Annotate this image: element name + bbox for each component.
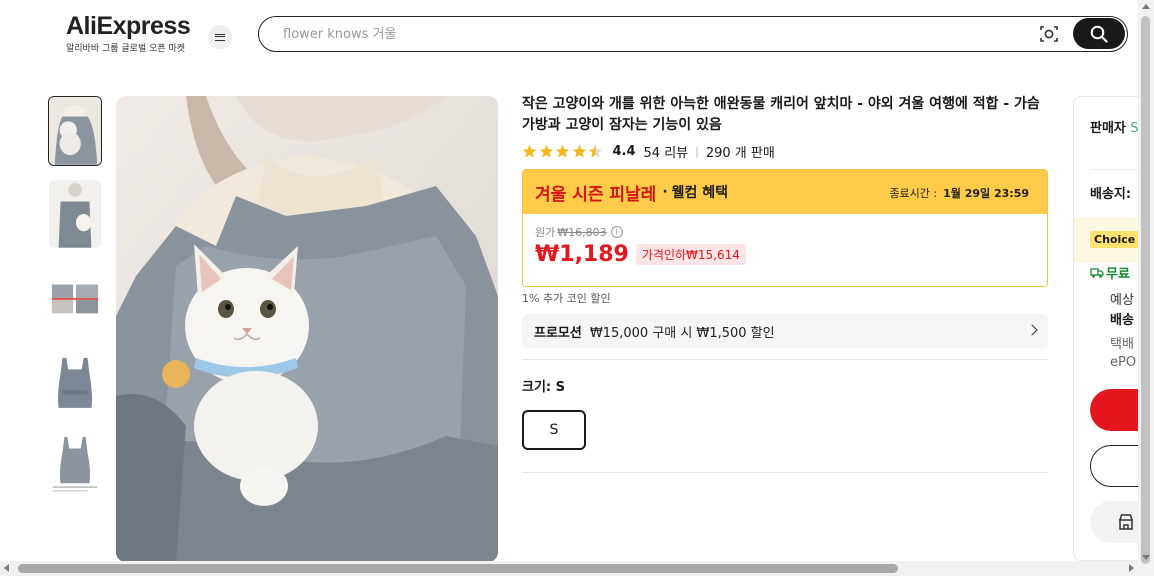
logo-text: AliExpress bbox=[66, 12, 191, 40]
scroll-up-icon[interactable] bbox=[1142, 4, 1150, 9]
product-title: 작은 고양이와 개를 위한 아늑한 애완동물 캐리어 앞치마 - 야외 겨울 여… bbox=[522, 96, 1040, 133]
rating-row: 4.4 54 리뷰 | 290 개 판매 bbox=[522, 141, 1048, 161]
vertical-scrollbar[interactable] bbox=[1138, 0, 1154, 576]
search-bar bbox=[258, 16, 1128, 52]
aliexpress-logo[interactable]: AliExpress 알리바바 그룹 글로벌 오픈 마켓 bbox=[66, 12, 191, 54]
size-label: 크기: S bbox=[522, 380, 566, 395]
sale-price: ₩1,189 bbox=[535, 242, 629, 267]
scroll-left-icon[interactable] bbox=[4, 564, 9, 572]
review-count[interactable]: 54 리뷰 bbox=[644, 142, 689, 161]
horizontal-scrollbar[interactable] bbox=[0, 561, 1138, 576]
original-price-row: 원가 ₩16,803 i bbox=[535, 224, 1035, 240]
original-price: ₩16,803 bbox=[557, 225, 607, 239]
hamburger-menu-icon[interactable] bbox=[208, 25, 232, 49]
rating-value: 4.4 bbox=[612, 143, 636, 159]
sold-count: 290 개 판매 bbox=[705, 145, 775, 161]
epost-label: ePO bbox=[1110, 355, 1137, 370]
product-page: AliExpress 알리바바 그룹 글로벌 오픈 마켓 flower know… bbox=[0, 0, 1154, 576]
price-area: 원가 ₩16,803 i ₩1,189 가격인하₩15,614 bbox=[523, 214, 1047, 286]
truck-icon bbox=[1090, 268, 1104, 278]
size-option-s[interactable]: S bbox=[522, 410, 586, 450]
half-star-icon bbox=[588, 144, 603, 157]
ship-to-label[interactable]: 배송지: bbox=[1090, 183, 1131, 202]
thumbnail-5[interactable] bbox=[48, 428, 102, 498]
choice-badge: Choice bbox=[1090, 231, 1140, 248]
star-icon bbox=[539, 144, 553, 157]
search-input[interactable] bbox=[283, 24, 983, 44]
star-icon bbox=[555, 144, 570, 157]
chevron-right-icon bbox=[1026, 324, 1038, 336]
free-shipping: 무료 bbox=[1090, 263, 1130, 282]
thumbnail-1[interactable] bbox=[48, 96, 102, 166]
buy-now-button[interactable] bbox=[1090, 389, 1143, 431]
camera-search-icon[interactable] bbox=[1039, 24, 1059, 44]
horizontal-scroll-thumb[interactable] bbox=[18, 564, 898, 573]
estimated-label: 예상 bbox=[1110, 293, 1134, 308]
main-product-image[interactable] bbox=[116, 96, 498, 562]
promotion-row[interactable]: 프로모션 ₩15,000 구매 시 ₩1,500 할인 bbox=[522, 314, 1048, 348]
star-icon bbox=[572, 144, 586, 157]
scroll-right-icon[interactable] bbox=[1129, 564, 1134, 572]
promotion-text: ₩15,000 구매 시 ₩1,500 할인 bbox=[589, 325, 775, 341]
delivery-label: 배송 bbox=[1110, 313, 1134, 328]
vertical-scroll-thumb[interactable] bbox=[1141, 16, 1150, 564]
panel-divider bbox=[1090, 169, 1143, 170]
search-icon bbox=[1090, 25, 1108, 43]
promo-box: 겨울 시즌 피날레 · 웰컴 혜택 종료시간 :1월 29일 23:59 원가 … bbox=[522, 169, 1048, 287]
search-button[interactable] bbox=[1073, 18, 1125, 49]
rating-stars bbox=[522, 144, 605, 159]
price-row: ₩1,189 가격인하₩15,614 bbox=[535, 242, 1035, 267]
section-divider bbox=[522, 359, 1048, 360]
store-button[interactable] bbox=[1090, 501, 1143, 543]
thumbnail-4[interactable] bbox=[48, 345, 102, 415]
promo-separator: · bbox=[662, 184, 668, 200]
logo-subtitle: 알리바바 그룹 글로벌 오픈 마켓 bbox=[66, 44, 186, 54]
seller-label[interactable]: 판매자 S bbox=[1090, 117, 1139, 136]
product-info: 작은 고양이와 개를 위한 아늑한 애완동물 캐리어 앞치마 - 야외 겨울 여… bbox=[522, 94, 1048, 473]
courier-label: 택배 bbox=[1110, 337, 1134, 352]
star-icon bbox=[522, 144, 537, 157]
promo-subtitle: 웰컴 혜택 bbox=[671, 185, 729, 201]
promo-name: 겨울 시즌 피날레 bbox=[535, 184, 657, 205]
promotion-label: 프로모션 bbox=[534, 325, 582, 341]
thumbnail-2[interactable] bbox=[48, 179, 102, 249]
section-divider bbox=[522, 472, 1048, 473]
discount-badge: 가격인하₩15,614 bbox=[635, 244, 746, 265]
promo-end-time: 종료시간 :1월 29일 23:59 bbox=[889, 187, 1029, 200]
coin-discount: 1% 추가 코인 할인 bbox=[522, 292, 611, 305]
divider: | bbox=[695, 144, 699, 158]
store-icon bbox=[1119, 514, 1133, 530]
purchase-panel: 판매자 S 배송지: Choice 무료 예상 배송 택배 ePO bbox=[1073, 96, 1143, 561]
thumbnail-3[interactable] bbox=[48, 262, 102, 332]
promo-banner: 겨울 시즌 피날레 · 웰컴 혜택 종료시간 :1월 29일 23:59 bbox=[523, 170, 1047, 214]
thumbnail-list bbox=[48, 96, 102, 511]
add-to-cart-button[interactable] bbox=[1090, 445, 1143, 487]
info-icon[interactable]: i bbox=[610, 226, 623, 238]
original-price-label: 원가 bbox=[535, 226, 556, 239]
scroll-down-icon[interactable] bbox=[1142, 555, 1150, 560]
